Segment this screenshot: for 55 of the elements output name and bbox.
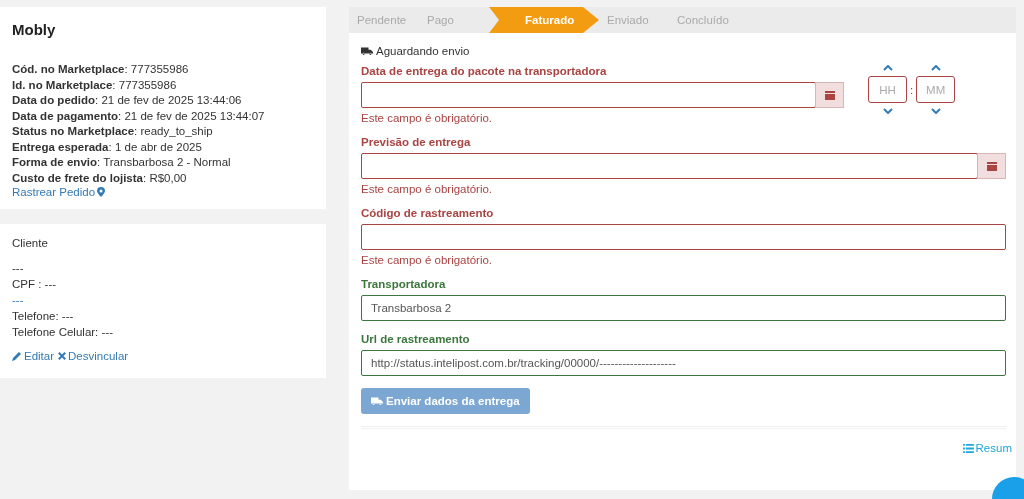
text-field[interactable]: Transbarbosa 2 <box>361 295 1006 321</box>
text-field[interactable] <box>361 82 816 108</box>
text-field[interactable] <box>361 224 1006 250</box>
time-separator: : <box>910 83 914 96</box>
client-info: CPF : --- <box>12 277 58 292</box>
order-detail: Id. no Marketplace: 777355986 <box>12 77 178 93</box>
order-detail: Custo de frete do lojista: R$0,00 <box>12 170 188 186</box>
client-email-link[interactable]: --- <box>12 292 314 308</box>
field-label: Previsão de entrega <box>361 136 471 148</box>
progress-step[interactable]: Faturado <box>489 7 599 33</box>
hour-up-icon[interactable] <box>882 65 893 71</box>
order-detail: Data do pedido: 21 de fev de 2025 13:44:06 <box>12 93 243 108</box>
field-label: Data de entrega do pacote na transportadora <box>361 65 607 77</box>
unlink-link[interactable]: Desvincular <box>58 350 129 362</box>
list-icon <box>962 443 974 453</box>
order-detail: Cód. no Marketplace: 777355986 <box>12 62 190 77</box>
calendar-button[interactable] <box>977 153 1006 179</box>
field-label: Url de rastreamento <box>361 333 470 345</box>
progress-step[interactable]: Concluído <box>669 7 739 33</box>
text-field[interactable]: http://status.intelipost.com.br/tracking/00000/-------------------- <box>361 350 1006 376</box>
calendar-icon <box>824 90 835 100</box>
track-order-link[interactable]: Rastrear Pedido <box>12 186 106 198</box>
client-title: Cliente <box>12 237 49 249</box>
calendar-button[interactable] <box>815 82 844 108</box>
order-detail: Status no Marketplace: ready_to_ship <box>12 124 214 139</box>
truck-icon <box>361 46 373 56</box>
validation-error: Este campo é obrigatório. <box>361 254 493 266</box>
hour-down-icon[interactable] <box>882 108 893 114</box>
minute-down-icon[interactable] <box>930 108 941 114</box>
minute-field[interactable]: MM <box>916 76 956 103</box>
pencil-icon <box>12 351 22 361</box>
calendar-icon <box>986 161 997 171</box>
order-detail: Data de pagamento: 21 de fev de 2025 13:44:07 <box>12 108 266 124</box>
text-field[interactable] <box>361 153 978 179</box>
shipping-status: Aguardando envio <box>376 45 470 57</box>
summary-link[interactable]: Resum <box>962 442 1012 454</box>
validation-error: Este campo é obrigatório. <box>361 183 493 195</box>
order-detail: Forma de envio: Transbarbosa 2 - Normal <box>12 155 232 170</box>
progress-step[interactable]: Enviado <box>599 7 669 33</box>
hour-field[interactable]: HH <box>868 76 907 103</box>
map-pin-icon <box>97 187 106 197</box>
order-detail: Entrega esperada: 1 de abr de 2025 <box>12 139 203 155</box>
truck-icon <box>371 396 383 406</box>
progress-step[interactable]: Pago <box>419 7 489 33</box>
close-icon <box>58 352 67 360</box>
field-label: Transportadora <box>361 278 446 290</box>
edit-link[interactable]: Editar <box>12 350 55 362</box>
client-info: --- <box>12 261 25 276</box>
validation-error: Este campo é obrigatório. <box>361 112 493 124</box>
client-info: Telefone Celular: --- <box>12 325 114 340</box>
field-label: Código de rastreamento <box>361 207 494 219</box>
client-info: Telefone: --- <box>12 309 75 324</box>
store-title: Mobly <box>12 21 57 38</box>
progress-step[interactable]: Pendente <box>349 7 419 33</box>
minute-up-icon[interactable] <box>930 65 941 71</box>
